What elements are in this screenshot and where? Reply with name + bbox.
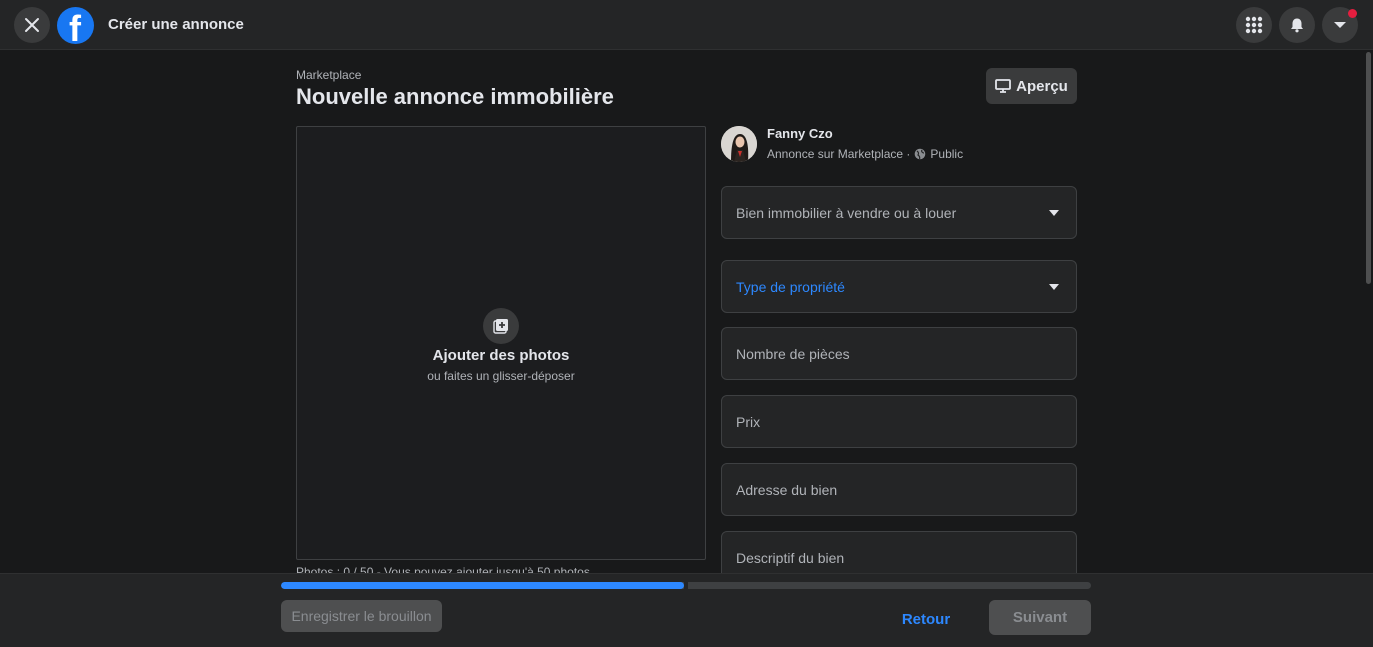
address-input-placeholder: Adresse du bien — [736, 481, 838, 498]
next-button[interactable]: Suivant — [989, 600, 1091, 635]
preview-label: Aperçu — [1016, 77, 1068, 95]
property-type-select-label: Type de propriété — [736, 278, 845, 295]
notification-badge — [1348, 9, 1357, 18]
menu-button[interactable] — [1236, 7, 1272, 43]
progress-step-divider — [684, 582, 688, 589]
add-photo-button[interactable] — [483, 308, 519, 344]
price-input-placeholder: Prix — [736, 413, 761, 430]
close-button[interactable] — [14, 7, 50, 43]
add-photo-icon — [493, 319, 508, 334]
grid-menu-icon — [1245, 16, 1263, 34]
chevron-down-icon — [1049, 283, 1059, 290]
audience-label: Public — [930, 147, 964, 161]
address-input[interactable]: Adresse du bien — [721, 463, 1077, 516]
drag-drop-hint: ou faites un glisser-déposer — [427, 369, 575, 383]
close-icon — [25, 18, 39, 32]
photo-count: Photos : 0 / 50 - Vous pouvez ajouter ju… — [296, 565, 594, 573]
rooms-input[interactable]: Nombre de pièces — [721, 327, 1077, 380]
caret-down-icon — [1334, 22, 1346, 28]
facebook-logo[interactable]: f — [57, 7, 94, 44]
back-button[interactable]: Retour — [892, 602, 960, 636]
category-select[interactable]: Bien immobilier à vendre ou à louer — [721, 186, 1077, 239]
scrollbar-thumb[interactable] — [1366, 52, 1371, 284]
page-title: Nouvelle annonce immobilière — [296, 84, 614, 109]
monitor-icon — [995, 79, 1012, 93]
rooms-input-placeholder: Nombre de pièces — [736, 345, 850, 362]
listing-audience: Annonce sur Marketplace · Public — [767, 147, 963, 161]
main-content: Marketplace Nouvelle annonce immobilière… — [0, 51, 1364, 573]
window-title: Créer une annonce — [108, 16, 244, 33]
progress-bar — [281, 582, 1091, 589]
footer-bar: Enregistrer le brouillon Retour Suivant — [0, 573, 1373, 647]
top-bar: f Créer une annonce — [0, 0, 1373, 50]
photo-dropzone[interactable]: Ajouter des photos ou faites un glisser-… — [296, 126, 706, 560]
user-name[interactable]: Fanny Czo — [767, 126, 833, 141]
property-type-select[interactable]: Type de propriété — [721, 260, 1077, 313]
save-draft-button[interactable]: Enregistrer le brouillon — [281, 600, 442, 632]
description-textarea-placeholder: Descriptif du bien — [736, 550, 845, 566]
facebook-logo-letter: f — [69, 8, 81, 45]
add-photo-label: Ajouter des photos — [432, 347, 570, 364]
progress-fill — [281, 582, 684, 589]
globe-icon — [915, 148, 926, 160]
preview-button[interactable]: Aperçu — [986, 68, 1077, 104]
price-input[interactable]: Prix — [721, 395, 1077, 448]
avatar[interactable] — [721, 126, 757, 162]
chevron-down-icon — [1049, 209, 1059, 216]
bell-icon — [1291, 18, 1303, 33]
description-textarea[interactable]: Descriptif du bien — [721, 531, 1077, 573]
breadcrumb: Marketplace — [296, 68, 362, 82]
user-photo — [721, 126, 757, 162]
category-select-label: Bien immobilier à vendre ou à louer — [736, 204, 957, 221]
listing-meta-text: Annonce sur Marketplace · — [767, 147, 911, 161]
notifications-button[interactable] — [1279, 7, 1315, 43]
